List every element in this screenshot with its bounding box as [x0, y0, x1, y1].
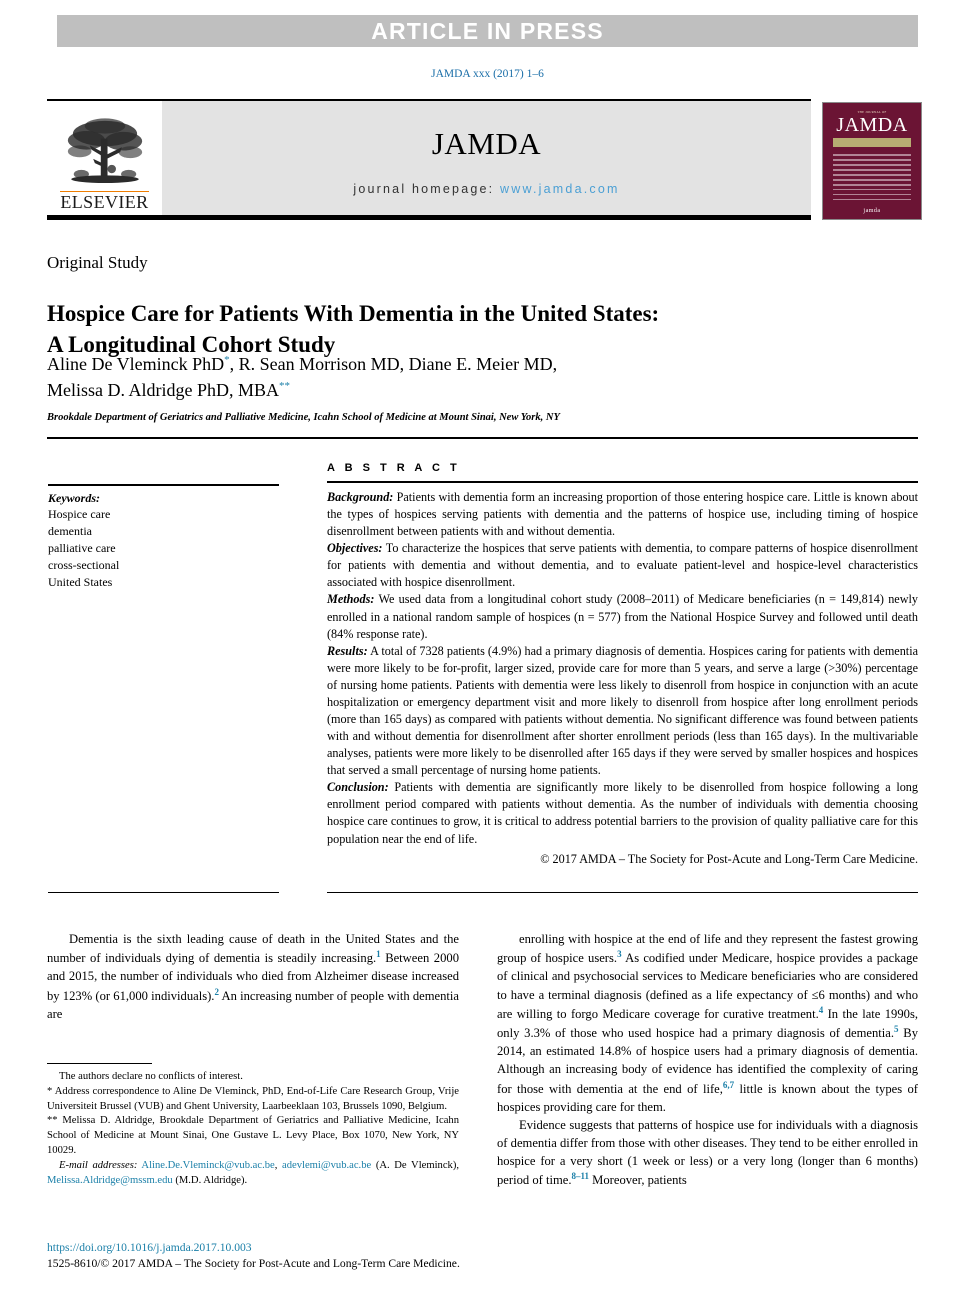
author-list: Aline De Vleminck PhD*, R. Sean Morrison… — [47, 352, 847, 403]
abstract-methods: Methods: We used data from a longitudina… — [327, 591, 918, 642]
abstract-results: Results: A total of 7328 patients (4.9%)… — [327, 643, 918, 780]
article-in-press-banner: ARTICLE IN PRESS — [57, 15, 918, 47]
abstract-bottom-divider — [327, 892, 918, 893]
journal-homepage-line: journal homepage: www.jamda.com — [353, 182, 619, 196]
footnote-emails: E-mail addresses: Aline.De.Vleminck@vub.… — [47, 1159, 460, 1186]
keywords-heading: Keywords: — [48, 491, 100, 505]
footer-doi-block: https://doi.org/10.1016/j.jamda.2017.10.… — [47, 1240, 547, 1271]
footnote-block: The authors declare no conflicts of inte… — [47, 1070, 459, 1189]
cover-journal-title: JAMDA — [836, 114, 908, 136]
keywords-block: Keywords: Hospice care dementia palliati… — [48, 484, 279, 591]
body-column-left: Dementia is the sixth leading cause of d… — [47, 930, 459, 1023]
footnote-correspondence-1: * Address correspondence to Aline De Vle… — [47, 1085, 459, 1115]
author-4: Melissa D. Aldridge PhD, MBA — [47, 379, 280, 400]
journal-homepage-label: journal homepage: — [353, 182, 495, 196]
abstract-heading: A B S T R A C T — [327, 462, 461, 474]
abstract-background-label: Background: — [327, 490, 394, 504]
email-link-2[interactable]: adevlemi@vub.ac.be — [282, 1160, 371, 1171]
journal-title: JAMDA — [431, 126, 542, 161]
journal-masthead: ELSEVIER JAMDA journal homepage: www.jam… — [47, 99, 811, 220]
list-item: dementia — [48, 524, 92, 539]
author-1: Aline De Vleminck PhD — [47, 354, 225, 374]
abstract-copyright: © 2017 AMDA – The Society for Post-Acute… — [540, 851, 918, 866]
body-column-right: enrolling with hospice at the end of lif… — [497, 930, 918, 1190]
article-in-press-label: ARTICLE IN PRESS — [371, 17, 604, 44]
abstract-block: A B S T R A C T Background: Patients wit… — [327, 462, 918, 868]
doi-link[interactable]: https://doi.org/10.1016/j.jamda.2017.10.… — [47, 1240, 547, 1256]
cover-accent-band — [833, 138, 911, 147]
keywords-bottom-divider — [48, 892, 279, 893]
abstract-conclusion-text: Patients with dementia are significantly… — [327, 780, 918, 846]
email-attribution-1: (A. De Vleminck), — [371, 1159, 460, 1171]
footnote-divider — [47, 1063, 152, 1064]
elsevier-tree-icon — [67, 118, 142, 183]
citation-ref-6-7[interactable]: 6,7 — [723, 1080, 734, 1090]
body-text-b: Moreover, patients — [589, 1173, 687, 1188]
list-item: palliative care — [48, 541, 116, 556]
list-item: cross-sectional — [48, 558, 120, 573]
elsevier-logo-block: ELSEVIER — [47, 101, 162, 215]
abstract-methods-label: Methods: — [327, 592, 375, 607]
abstract-background: Background: Patients with dementia form … — [327, 489, 918, 540]
email-attribution-2: (M.D. Aldridge). — [172, 1174, 248, 1186]
author-affiliation: Brookdale Department of Geriatrics and P… — [47, 412, 560, 423]
abstract-results-text: A total of 7328 patients (4.9%) had a pr… — [327, 643, 918, 778]
journal-cover-inner: THE JOURNAL OF JAMDA jamda — [826, 106, 918, 216]
footnote-correspondence-2: ** Melissa D. Aldridge, Brookdale Depart… — [47, 1114, 459, 1158]
email-link-1[interactable]: Aline.De.Vleminck@vub.ac.be — [141, 1160, 274, 1171]
abstract-conclusion-label: Conclusion: — [327, 780, 389, 795]
article-title-line-1: Hospice Care for Patients With Dementia … — [47, 301, 660, 327]
abstract-conclusion: Conclusion: Patients with dementia are s… — [327, 779, 918, 847]
journal-cover-thumbnail: THE JOURNAL OF JAMDA jamda — [822, 102, 922, 220]
elsevier-wordmark: ELSEVIER — [60, 191, 149, 212]
abstract-objectives-text: To characterize the hospices that serve … — [327, 541, 918, 590]
corresponding-author-marker-2: ** — [279, 379, 291, 392]
abstract-divider — [327, 481, 918, 483]
journal-citation-line: JAMDA xxx (2017) 1–6 — [0, 68, 975, 80]
email-link-3[interactable]: Melissa.Aldridge@mssm.edu — [47, 1175, 173, 1186]
citation-ref-8-11[interactable]: 8–11 — [572, 1171, 590, 1181]
keywords-divider — [48, 484, 279, 486]
footnote-double-star-marker: ** — [47, 1115, 58, 1127]
keywords-list: Hospice care dementia palliative care cr… — [48, 506, 279, 591]
abstract-results-label: Results: — [327, 643, 368, 658]
body-paragraph: enrolling with hospice at the end of lif… — [497, 930, 918, 1116]
issn-copyright-line: 1525-8610/© 2017 AMDA – The Society for … — [47, 1256, 460, 1270]
cover-article-list — [833, 154, 911, 204]
abstract-objectives-label: Objectives: — [327, 541, 383, 556]
footnote-conflicts: The authors declare no conflicts of inte… — [59, 1071, 243, 1082]
abstract-objectives: Objectives: To characterize the hospices… — [327, 540, 918, 591]
email-addresses-label: E-mail addresses: — [59, 1159, 138, 1171]
footnote-correspondence-text-1: Address correspondence to Aline De Vlemi… — [47, 1085, 459, 1112]
abstract-methods-text: We used data from a longitudinal cohort … — [327, 592, 918, 641]
cover-logo: jamda — [863, 207, 881, 214]
article-section-type: Original Study — [47, 253, 148, 272]
list-item: Hospice care — [48, 507, 111, 521]
journal-homepage-link[interactable]: www.jamda.com — [500, 182, 620, 196]
authors-rest-line-1: , R. Sean Morrison MD, Diane E. Meier MD… — [229, 354, 558, 374]
footnote-correspondence-text-2: Melissa D. Aldridge, Brookdale Departmen… — [47, 1115, 459, 1157]
citation-text: JAMDA xxx (2017) 1–6 — [431, 68, 544, 80]
body-paragraph: Dementia is the sixth leading cause of d… — [47, 930, 459, 1023]
journal-title-block: JAMDA journal homepage: www.jamda.com — [162, 101, 811, 215]
body-paragraph: Evidence suggests that patterns of hospi… — [497, 1116, 918, 1190]
header-divider — [47, 437, 918, 439]
list-item: United States — [48, 575, 113, 590]
abstract-background-text: Patients with dementia form an increasin… — [327, 490, 918, 539]
body-text-a: Evidence suggests that patterns of hospi… — [497, 1118, 918, 1188]
abstract-body: Background: Patients with dementia form … — [327, 489, 918, 868]
